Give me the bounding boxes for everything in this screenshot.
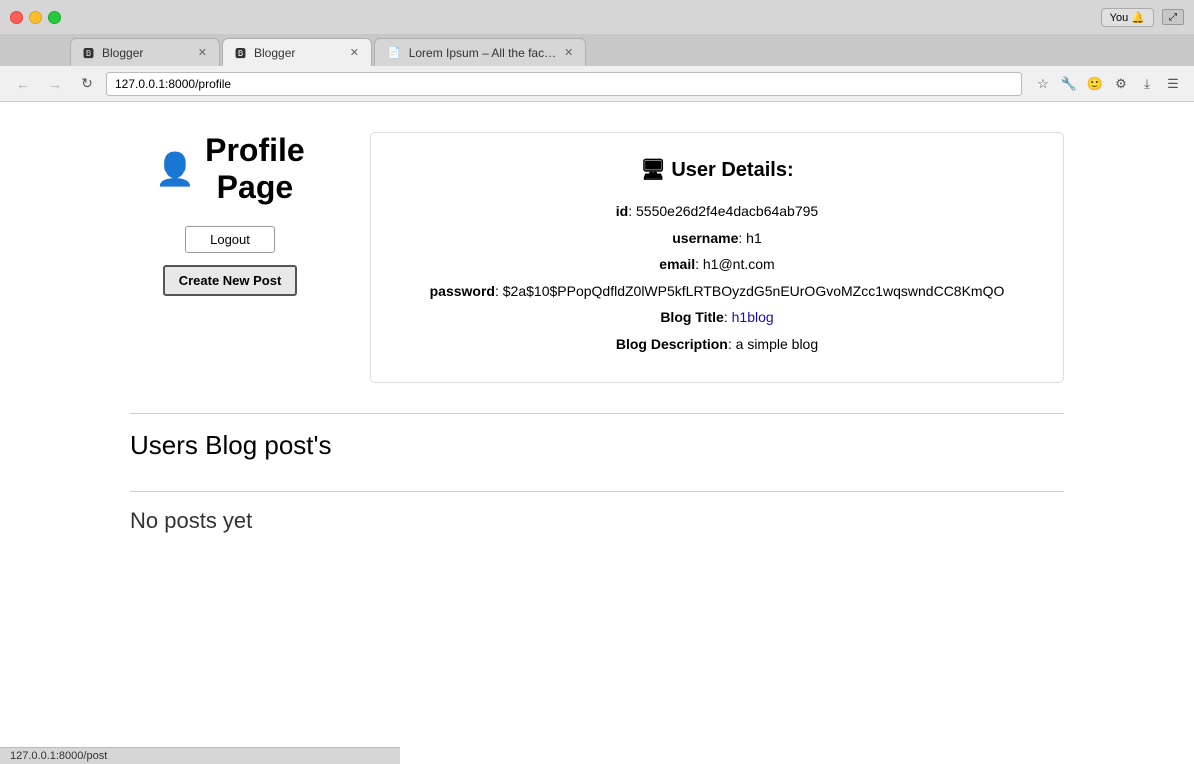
password-row: password: $2a$10$PPopQdfldZ0lWP5kfLRTBOy…	[401, 278, 1033, 305]
id-label: id	[616, 203, 628, 219]
window-traffic-lights	[10, 11, 61, 24]
id-value: 5550e26d2f4e4dacb64ab795	[636, 203, 818, 219]
user-badge: You 🔔	[1101, 8, 1154, 27]
profile-layout: 👤 Profile Page Logout Create New Post 🖥 …	[130, 132, 1064, 383]
tab-blogger-2[interactable]: 🅱 Blogger ✕	[222, 38, 372, 66]
browser-chrome: You 🔔 ⤢ 🅱 Blogger ✕ 🅱 Blogger ✕ 📄 Lorem …	[0, 0, 1194, 102]
user-icon: 👤	[155, 150, 195, 188]
profile-left: 👤 Profile Page Logout Create New Post	[130, 132, 330, 296]
tab-close-3[interactable]: ✕	[564, 46, 573, 59]
blog-description-row: Blog Description: a simple blog	[401, 331, 1033, 358]
emoji-icon[interactable]: 🙂	[1084, 73, 1106, 95]
url-bar[interactable]	[106, 72, 1022, 96]
password-label: password	[430, 283, 495, 299]
page-content: 👤 Profile Page Logout Create New Post 🖥 …	[0, 102, 1194, 764]
maximize-window-button[interactable]	[48, 11, 61, 24]
user-details-title: 🖥 User Details:	[401, 157, 1033, 182]
profile-title-line2: Page	[217, 169, 293, 205]
download-icon[interactable]: ⤓	[1136, 73, 1158, 95]
blog-desc-value: a simple blog	[736, 336, 819, 352]
password-value: $2a$10$PPopQdfldZ0lWP5kfLRTBOyzdG5nEUrOG…	[503, 283, 1005, 299]
tab-label-3: Lorem Ipsum – All the fac…	[409, 46, 556, 60]
bookmark-icon[interactable]: ☆	[1032, 73, 1054, 95]
logout-button[interactable]: Logout	[185, 226, 275, 253]
user-details-card: 🖥 User Details: id: 5550e26d2f4e4dacb64a…	[370, 132, 1064, 383]
back-button[interactable]: ←	[10, 71, 36, 97]
username-row: username: h1	[401, 225, 1033, 252]
email-row: email: h1@nt.com	[401, 251, 1033, 278]
blog-title-label: Blog Title	[660, 309, 724, 325]
menu-icon[interactable]: ☰	[1162, 73, 1184, 95]
tab-close-1[interactable]: ✕	[198, 46, 207, 59]
blog-title-row: Blog Title: h1blog	[401, 304, 1033, 331]
no-posts-message: No posts yet	[130, 508, 1064, 534]
tab-label-1: Blogger	[102, 46, 143, 60]
nav-bar: ← → ↻ ☆ 🔧 🙂 ⚙ ⤓ ☰	[0, 66, 1194, 102]
blog-posts-section-title: Users Blog post's	[130, 430, 1064, 461]
refresh-button[interactable]: ↻	[74, 71, 100, 97]
section-divider	[130, 413, 1064, 414]
email-label: email	[659, 256, 695, 272]
tab-blogger-1[interactable]: 🅱 Blogger ✕	[70, 38, 220, 66]
tab-favicon-3: 📄	[387, 46, 401, 59]
tab-favicon-1: 🅱	[83, 45, 94, 61]
email-value: h1@nt.com	[703, 256, 775, 272]
blog-desc-label: Blog Description	[616, 336, 728, 352]
profile-title: 👤 Profile Page	[155, 132, 304, 206]
extensions-icon[interactable]: 🔧	[1058, 73, 1080, 95]
tab-label-2: Blogger	[254, 46, 295, 60]
status-bar: 127.0.0.1:8000/post	[0, 747, 400, 764]
username-value: h1	[746, 230, 762, 246]
username-label: username	[672, 230, 738, 246]
tab-favicon-2: 🅱	[235, 45, 246, 61]
forward-button[interactable]: →	[42, 71, 68, 97]
user-details-content: id: 5550e26d2f4e4dacb64ab795 username: h…	[401, 198, 1033, 358]
posts-divider	[130, 491, 1064, 492]
minimize-window-button[interactable]	[29, 11, 42, 24]
tabs-bar: 🅱 Blogger ✕ 🅱 Blogger ✕ 📄 Lorem Ipsum – …	[0, 34, 1194, 66]
profile-title-line1: Profile	[205, 132, 305, 168]
nav-icons: ☆ 🔧 🙂 ⚙ ⤓ ☰	[1032, 73, 1184, 95]
tab-close-2[interactable]: ✕	[350, 46, 359, 59]
user-id-row: id: 5550e26d2f4e4dacb64ab795	[401, 198, 1033, 225]
settings-icon[interactable]: ⚙	[1110, 73, 1132, 95]
window-resize-button[interactable]: ⤢	[1162, 9, 1184, 25]
create-new-post-button[interactable]: Create New Post	[163, 265, 298, 296]
tab-lorem-ipsum[interactable]: 📄 Lorem Ipsum – All the fac… ✕	[374, 38, 586, 66]
title-bar: You 🔔 ⤢	[0, 0, 1194, 34]
close-window-button[interactable]	[10, 11, 23, 24]
blog-title-link[interactable]: h1blog	[732, 309, 774, 325]
title-bar-right: You 🔔 ⤢	[1101, 8, 1184, 27]
profile-title-text: Profile Page	[205, 132, 305, 206]
